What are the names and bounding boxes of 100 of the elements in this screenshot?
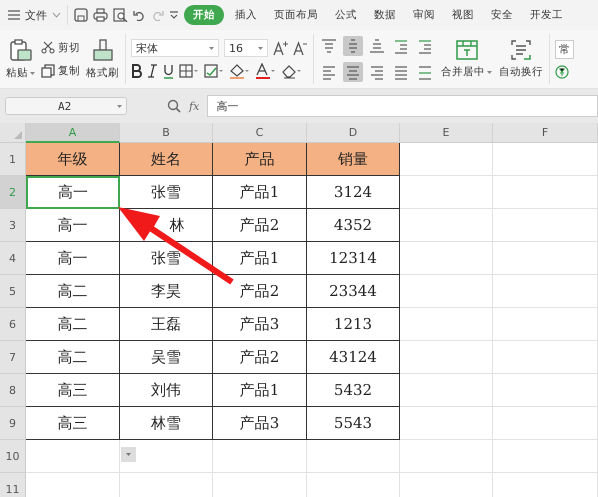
table-cell: 高一 xyxy=(26,242,120,275)
table-cell: 高二 xyxy=(26,341,120,374)
table-cell: 产品1 xyxy=(213,176,307,209)
align-lines-icon xyxy=(369,38,385,54)
column-header[interactable]: C xyxy=(213,123,307,143)
table-cell: 产品2 xyxy=(213,209,307,242)
table-cell: 12314 xyxy=(307,242,400,275)
font-color-icon[interactable] xyxy=(255,63,276,79)
file-menu[interactable]: 文件 xyxy=(25,8,47,22)
row-header[interactable]: 1 xyxy=(0,143,26,176)
paste-button[interactable]: 粘贴 xyxy=(5,36,36,82)
ribbon-tab[interactable]: 审阅 xyxy=(407,5,441,25)
column-header[interactable]: B xyxy=(120,123,213,143)
brush-icon xyxy=(90,38,114,62)
ribbon-tab[interactable]: 安全 xyxy=(485,5,519,25)
row-header[interactable]: 4 xyxy=(0,242,26,275)
ribbon-tab[interactable]: 插入 xyxy=(229,5,263,25)
name-box[interactable]: A2 xyxy=(5,97,127,115)
merge-cells-icon xyxy=(454,39,478,61)
align-lines-icon xyxy=(321,38,337,54)
clipboard-icon xyxy=(8,38,32,62)
align-lines-icon xyxy=(345,64,361,80)
corner-triangle-icon xyxy=(14,131,22,139)
printer-icon[interactable] xyxy=(93,8,108,22)
column-title-cell: 姓名 xyxy=(120,143,213,176)
eraser-icon[interactable] xyxy=(281,63,302,79)
cell-style-icon[interactable] xyxy=(204,64,224,78)
table-cell: 高三 xyxy=(26,374,120,407)
align-lines-icon xyxy=(417,64,433,80)
increase-font-icon[interactable] xyxy=(273,40,288,56)
row-header[interactable]: 6 xyxy=(0,308,26,341)
ribbon-tab[interactable]: 视图 xyxy=(446,5,480,25)
table-cell: 王磊 xyxy=(120,308,213,341)
ribbon-tab[interactable]: 开发工 xyxy=(524,5,569,25)
column-title-cell: 产品 xyxy=(213,143,307,176)
function-button[interactable]: fx xyxy=(189,100,200,112)
italic-icon[interactable] xyxy=(147,64,158,78)
row-header[interactable]: 8 xyxy=(0,374,26,407)
row-header[interactable]: 10 xyxy=(0,440,26,473)
font-size-dropdown[interactable]: 16 xyxy=(224,39,268,57)
menu-icon[interactable] xyxy=(8,10,20,20)
table-cell: 产品1 xyxy=(213,374,307,407)
column-header[interactable]: E xyxy=(400,123,493,143)
caret-icon xyxy=(487,70,492,74)
table-cell: 林雪 xyxy=(120,407,213,440)
ribbon-tab[interactable]: 公式 xyxy=(329,5,363,25)
underline-icon[interactable] xyxy=(163,64,174,78)
align-lines-icon xyxy=(393,38,409,54)
fill-color-icon[interactable] xyxy=(229,63,250,79)
table-cell: 5543 xyxy=(307,407,400,440)
decrease-font-icon[interactable] xyxy=(293,40,308,56)
table-cell: 4352 xyxy=(307,209,400,242)
row-header[interactable]: 9 xyxy=(0,407,26,440)
cut-button[interactable]: 剪切 xyxy=(41,40,80,54)
table-cell: 高三 xyxy=(26,407,120,440)
caret-icon xyxy=(126,453,131,456)
table-cell: 43124 xyxy=(307,341,400,374)
formula-input[interactable]: 高一 xyxy=(207,95,598,117)
align-button[interactable] xyxy=(343,36,363,56)
table-cell: 高二 xyxy=(26,275,120,308)
undo-icon[interactable] xyxy=(133,9,146,21)
chevron-down-icon[interactable] xyxy=(52,12,61,18)
table-cell: 高二 xyxy=(26,308,120,341)
ribbon-tab[interactable]: 页面布局 xyxy=(268,5,324,25)
row-header[interactable]: 3 xyxy=(0,209,26,242)
ribbon-tab[interactable]: 数据 xyxy=(368,5,402,25)
borders-icon[interactable] xyxy=(179,64,199,78)
table-cell: 高一 xyxy=(26,209,120,242)
zoom-icon[interactable] xyxy=(167,99,181,113)
row-header[interactable]: 11 xyxy=(0,473,26,497)
row-header[interactable]: 5 xyxy=(0,275,26,308)
number-format-dropdown[interactable]: 常 xyxy=(555,40,574,58)
caret-icon[interactable] xyxy=(30,72,35,75)
format-painter-button[interactable]: 格式刷 xyxy=(85,36,120,82)
align-button[interactable] xyxy=(343,62,363,82)
currency-icon[interactable] xyxy=(555,64,569,78)
paste-options-button[interactable] xyxy=(121,447,136,462)
align-lines-icon xyxy=(321,64,337,80)
merge-center-button[interactable]: 合并居中 xyxy=(440,37,493,81)
print-preview-icon[interactable] xyxy=(113,8,128,22)
copy-button[interactable]: 复制 xyxy=(41,64,80,78)
caret-icon xyxy=(117,104,122,108)
copy-icon xyxy=(41,64,55,78)
save-icon[interactable] xyxy=(74,8,88,22)
table-cell: 5432 xyxy=(307,374,400,407)
table-cell: 1213 xyxy=(307,308,400,341)
table-cell: 吴雪 xyxy=(120,341,213,374)
table-cell: 23344 xyxy=(307,275,400,308)
redo-icon xyxy=(151,9,164,21)
align-lines-icon xyxy=(369,64,385,80)
bold-icon[interactable] xyxy=(131,64,142,78)
column-header[interactable]: D xyxy=(307,123,400,143)
column-title-cell: 销量 xyxy=(307,143,400,176)
wrap-text-button[interactable]: 自动换行 xyxy=(498,37,544,81)
scissors-icon xyxy=(41,41,55,54)
font-family-dropdown[interactable]: 宋体 xyxy=(131,39,219,57)
wrap-text-icon xyxy=(509,39,533,61)
double-chevron-icon[interactable] xyxy=(169,10,179,20)
column-header[interactable]: F xyxy=(493,123,598,143)
row-header[interactable]: 7 xyxy=(0,341,26,374)
